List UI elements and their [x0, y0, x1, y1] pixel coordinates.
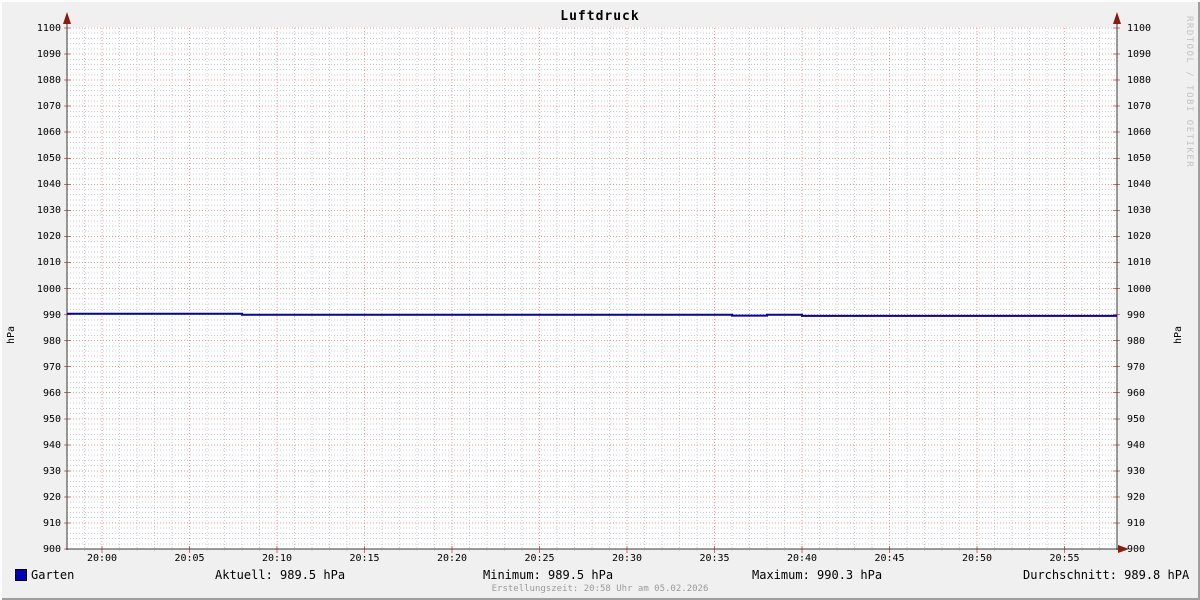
y-tick-label-right: 1000 [1127, 283, 1152, 295]
y-tick-label-right: 940 [1127, 439, 1146, 451]
legend-series-label: Garten [31, 568, 75, 582]
y-tick-label-left: 1020 [36, 231, 61, 243]
y-tick-label-left: 950 [42, 413, 61, 425]
y-axis-label-left: hPa [6, 325, 17, 345]
y-tick-label-left: 980 [42, 335, 61, 347]
y-tick-label-right: 950 [1127, 413, 1146, 425]
x-tick-label: 20:15 [349, 553, 380, 564]
stat-minimum: Minimum: 989.5 hPa [483, 568, 614, 582]
y-tick-label-right: 990 [1127, 309, 1146, 321]
y-tick-label-left: 1060 [36, 127, 61, 139]
x-tick-label: 20:50 [961, 553, 993, 564]
stat-aktuell: Aktuell: 989.5 hPa [215, 568, 346, 582]
y-tick-label-left: 1100 [36, 23, 61, 34]
series-line-garten [67, 312, 1117, 317]
y-tick-label-right: 1050 [1127, 153, 1152, 165]
y-tick-label-left: 1010 [36, 257, 61, 269]
y-tick-label-left: 1050 [36, 153, 61, 165]
y-tick-label-right: 980 [1127, 335, 1146, 347]
y-tick-label-left: 940 [42, 439, 61, 451]
y-tick-label-right: 960 [1127, 387, 1146, 399]
y-tick-label-left: 970 [42, 361, 61, 373]
y-tick-label-right: 930 [1127, 465, 1146, 477]
x-tick-label: 20:30 [611, 553, 643, 564]
rrdtool-pressure-graph: Luftdruck 900 910 920 930 940 950 960 970 980 990… [0, 0, 1200, 600]
x-tick-label: 20:55 [1049, 553, 1080, 564]
y-axis-arrow-left-icon [63, 12, 71, 24]
y-tick-label-left: 1070 [36, 101, 61, 113]
y-tick-label-left: 1080 [36, 75, 61, 87]
y-tick-label-right: 910 [1127, 517, 1146, 529]
creation-timestamp: Erstellungszeit: 20:58 Uhr am 05.02.2026 [491, 584, 709, 594]
x-tick-label: 20:00 [86, 553, 118, 564]
y-tick-label-right: 1090 [1127, 49, 1152, 61]
y-tick-label-left: 1030 [36, 205, 61, 217]
y-tick-label-left: 990 [42, 309, 61, 321]
y-tick-label-left: 930 [42, 465, 61, 477]
y-tick-label-left: 900 [42, 544, 61, 555]
y-tick-label-left: 910 [42, 517, 61, 529]
x-tick-label: 20:20 [436, 553, 468, 564]
y-tick-label-left: 1040 [36, 179, 61, 191]
x-tick-label: 20:10 [261, 553, 293, 564]
y-tick-label-left: 1090 [36, 49, 61, 61]
y-tick-label-left: 920 [42, 491, 61, 503]
x-tick-label: 20:05 [174, 553, 205, 564]
stat-durchschnitt: Durchschnitt: 989.8 hPA [1023, 568, 1190, 582]
x-tick-label: 20:35 [699, 553, 730, 564]
y-tick-label-right: 1020 [1127, 231, 1152, 243]
y-tick-label-right: 1010 [1127, 257, 1152, 269]
y-tick-label-right: 900 [1127, 544, 1146, 555]
y-tick-label-left: 1000 [36, 283, 61, 295]
y-axis-arrow-right-icon [1113, 12, 1121, 24]
rrdtool-watermark: RRDTOOL / TOBI OETIKER [1184, 16, 1194, 169]
x-tick-label: 20:45 [874, 553, 905, 564]
y-tick-label-right: 920 [1127, 491, 1146, 503]
x-tick-label: 20:25 [524, 553, 555, 564]
y-tick-label-right: 1060 [1127, 127, 1152, 139]
y-tick-label-right: 1030 [1127, 205, 1152, 217]
y-tick-label-right: 1040 [1127, 179, 1152, 191]
y-tick-label-right: 1070 [1127, 101, 1152, 113]
y-tick-label-right: 970 [1127, 361, 1146, 373]
stat-maximum: Maximum: 990.3 hPa [752, 568, 883, 582]
y-tick-label-right: 1080 [1127, 75, 1152, 87]
y-tick-label-right: 1100 [1127, 23, 1152, 34]
y-tick-label-left: 960 [42, 387, 61, 399]
legend-swatch-garten [15, 569, 27, 581]
x-tick-label: 20:40 [786, 553, 818, 564]
plot-svg [63, 12, 1129, 553]
y-axis-label-right: hPa [1173, 325, 1184, 345]
